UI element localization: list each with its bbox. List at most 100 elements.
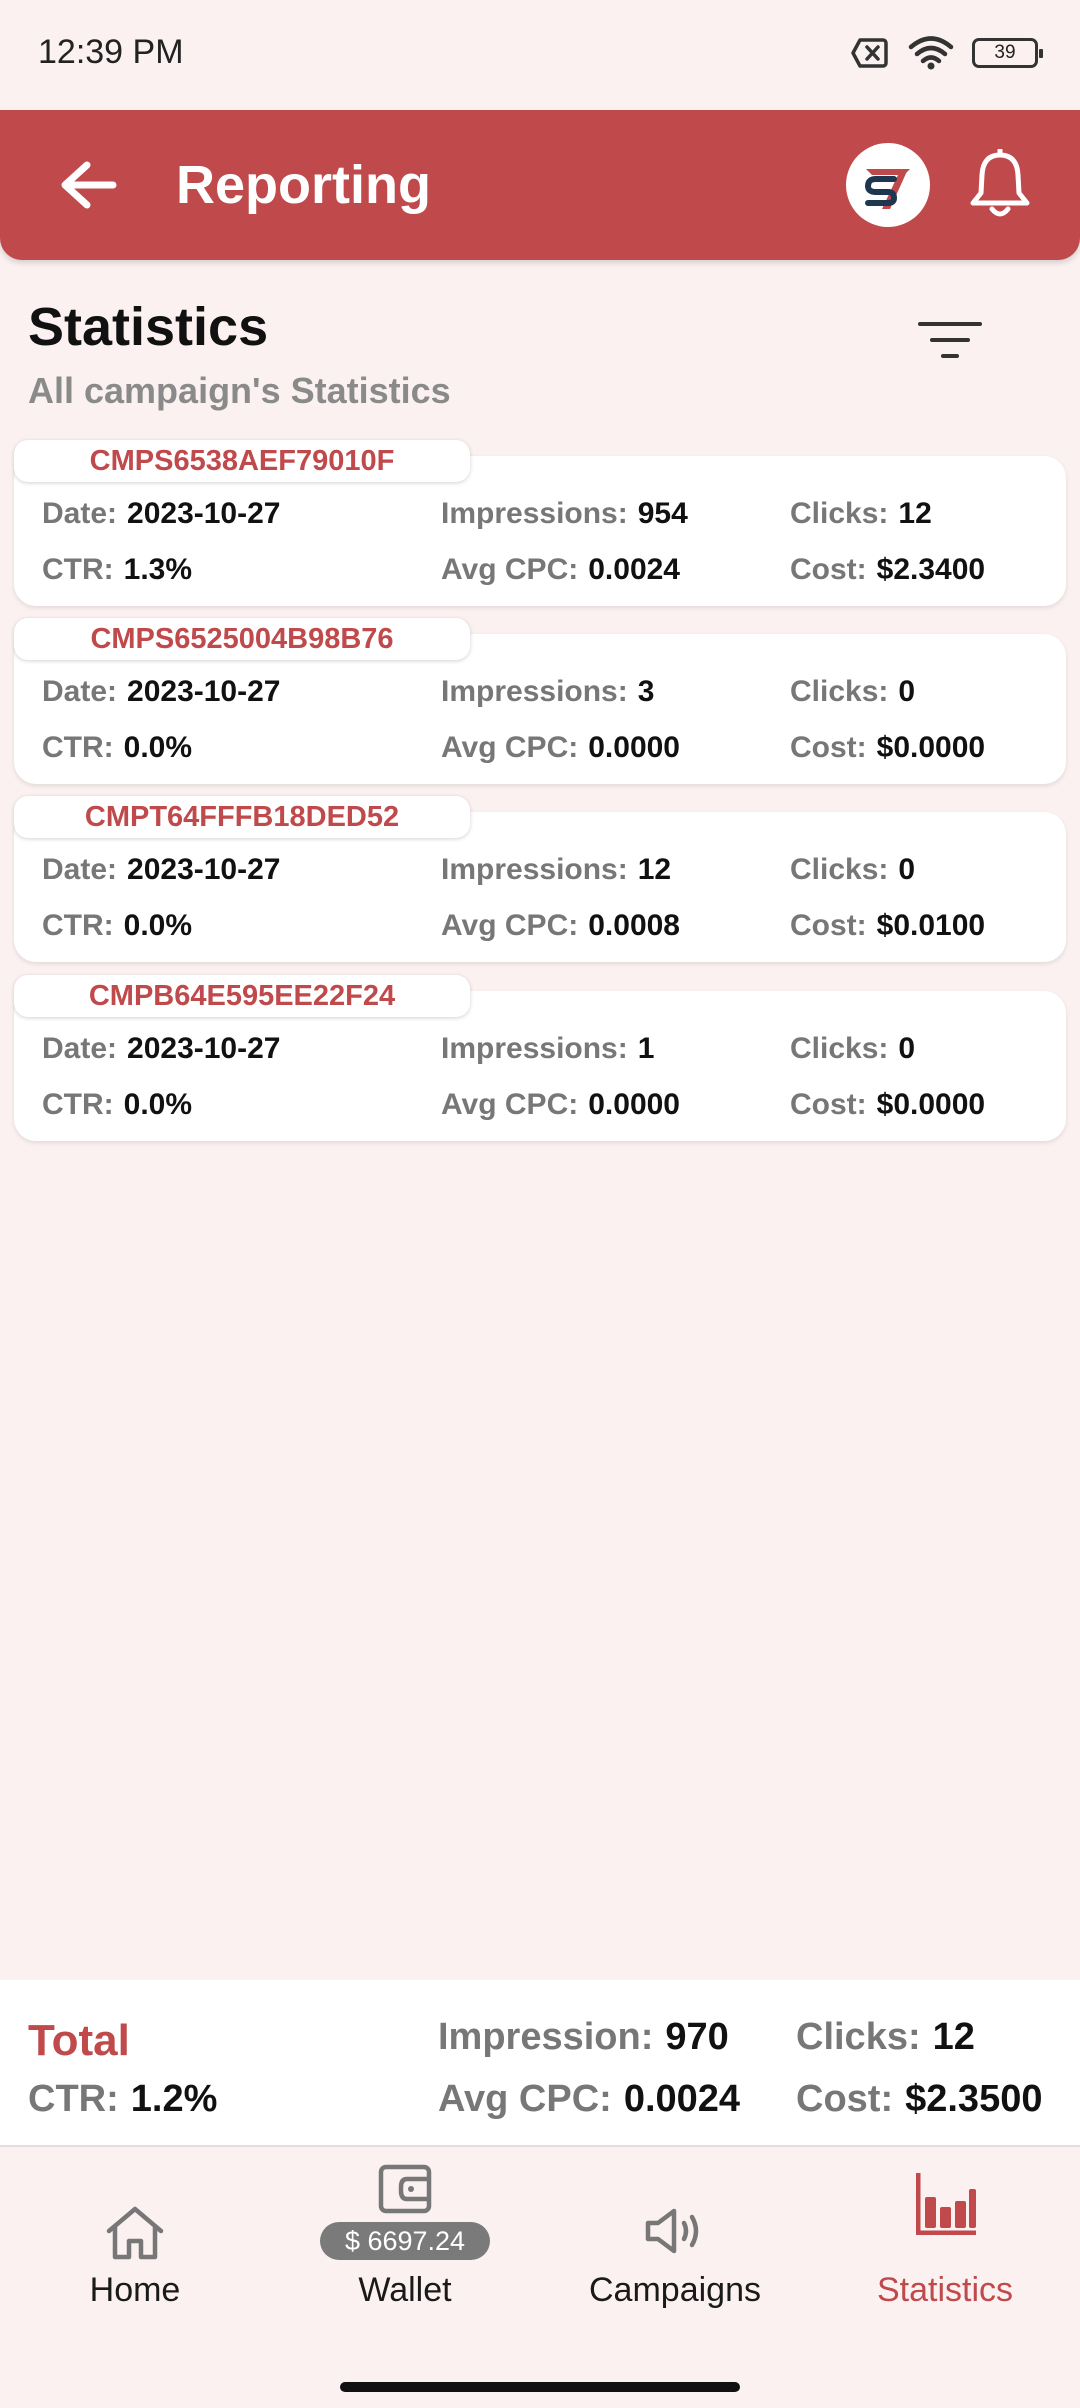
date-value: 2023-10-27 [127,1032,281,1065]
nav-statistics-icon-wrap [810,2171,1080,2241]
campaign-id: CMPB64E595EE22F24 [14,975,470,1017]
clicks-value: 0 [898,675,916,708]
date-value: 2023-10-27 [127,675,281,708]
cost-cell: Cost: $0.0000 [790,1085,985,1125]
cost-value: $2.3400 [876,553,986,586]
avg-cpc-cell: Avg CPC: 0.0024 [441,550,790,590]
total-clicks: Clicks: 12 [796,2016,975,2059]
date-cell: Date: 2023-10-27 [42,672,441,712]
total-ctr-value: 1.2% [130,2078,218,2120]
avg-cpc-cell: Avg CPC: 0.0000 [441,1085,790,1125]
ctr-cell: CTR: 0.0% [42,906,441,946]
cost-value: $0.0100 [876,909,986,942]
section-subtitle: All campaign's Statistics [28,370,451,411]
total-ctr-label: CTR: [28,2078,119,2120]
total-clicks-value: 12 [932,2016,975,2058]
card-row: Date: 2023-10-27 Impressions: 12 Clicks: 0 [42,850,1046,890]
home-indicator[interactable] [340,2382,740,2392]
nav-wallet-icon-wrap [270,2161,540,2231]
date-value: 2023-10-27 [127,497,281,530]
nav-statistics[interactable]: Statistics [810,2147,1080,2317]
avg-cpc-value: 0.0024 [588,553,680,586]
notifications-button[interactable] [960,145,1040,225]
ctr-label: CTR: [42,909,114,942]
impressions-cell: Impressions: 3 [441,672,790,712]
total-impression-value: 970 [665,2016,729,2058]
page-title: Reporting [176,155,431,215]
date-label: Date: [42,675,118,708]
battery-level: 39 [994,41,1016,63]
impressions-label: Impressions: [441,1032,628,1065]
nav-campaigns[interactable]: Campaigns [540,2147,810,2317]
date-cell: Date: 2023-10-27 [42,494,441,534]
avg-cpc-cell: Avg CPC: 0.0000 [441,728,790,768]
total-avg-cpc-value: 0.0024 [623,2078,741,2120]
bar-chart-icon [916,2173,976,2235]
clicks-label: Clicks: [790,497,889,530]
card-row: Date: 2023-10-27 Impressions: 3 Clicks: 0 [42,672,1046,712]
ctr-label: CTR: [42,1088,114,1121]
filter-icon [918,322,982,358]
card-row: CTR: 0.0% Avg CPC: 0.0000 Cost: $0.0000 [42,1085,1046,1125]
app-bar: Reporting [0,110,1080,260]
campaign-id: CMPS6525004B98B76 [14,618,470,660]
back-button[interactable] [58,155,118,215]
card-row: CTR: 0.0% Avg CPC: 0.0000 Cost: $0.0000 [42,728,1046,768]
nav-home-icon-wrap [0,2203,270,2273]
impressions-label: Impressions: [441,675,628,708]
home-icon [106,2206,164,2260]
clicks-value: 12 [898,497,932,530]
cost-label: Cost: [790,731,867,764]
statistics-header: Statistics All campaign's Statistics [28,296,451,412]
s7-logo-icon [864,169,910,209]
date-value: 2023-10-27 [127,853,281,886]
impressions-value: 954 [637,497,688,530]
cost-cell: Cost: $2.3400 [790,550,985,590]
battery-icon: 39 [972,37,1043,68]
cost-label: Cost: [790,909,867,942]
nav-home-label: Home [89,2271,181,2309]
clicks-label: Clicks: [790,1032,889,1065]
wallet-balance-badge: $ 6697.24 [320,2222,490,2260]
cost-value: $0.0000 [876,731,986,764]
impressions-cell: Impressions: 12 [441,850,790,890]
total-ctr: CTR: 1.2% [28,2078,217,2121]
clicks-cell: Clicks: 0 [790,672,915,712]
total-summary: Total CTR: 1.2% Impression: 970 Avg CPC: 0.… [0,1980,1080,2145]
bottom-navigation: Home Wallet Campaigns Statistics [0,2145,1080,2408]
card-row: CTR: 0.0% Avg CPC: 0.0008 Cost: $0.0100 [42,906,1046,946]
ctr-value: 0.0% [123,731,193,764]
total-cost: Cost: $2.3500 [796,2078,1042,2121]
cost-label: Cost: [790,553,867,586]
clicks-label: Clicks: [790,853,889,886]
section-title: Statistics [28,297,269,357]
total-cost-label: Cost: [796,2078,894,2120]
brand-logo[interactable] [846,143,930,227]
card-row: CTR: 1.3% Avg CPC: 0.0024 Cost: $2.3400 [42,550,1046,590]
cost-label: Cost: [790,1088,867,1121]
cost-value: $0.0000 [876,1088,986,1121]
date-cell: Date: 2023-10-27 [42,850,441,890]
ctr-cell: CTR: 1.3% [42,550,441,590]
clicks-cell: Clicks: 0 [790,1029,915,1069]
megaphone-icon [645,2208,699,2254]
filter-button[interactable] [910,310,990,370]
avg-cpc-value: 0.0008 [588,909,680,942]
nav-home[interactable]: Home [0,2147,270,2317]
date-cell: Date: 2023-10-27 [42,1029,441,1069]
clicks-cell: Clicks: 12 [790,494,932,534]
total-clicks-label: Clicks: [796,2016,921,2058]
arrow-left-icon [61,161,117,209]
ctr-label: CTR: [42,731,114,764]
ctr-value: 0.0% [123,1088,193,1121]
clicks-label: Clicks: [790,675,889,708]
ctr-value: 1.3% [123,553,193,586]
avg-cpc-value: 0.0000 [588,731,680,764]
clicks-value: 0 [898,853,916,886]
card-row: Date: 2023-10-27 Impressions: 1 Clicks: 0 [42,1029,1046,1069]
wifi-icon [908,35,954,69]
card-row: Date: 2023-10-27 Impressions: 954 Clicks: 1… [42,494,1046,534]
total-impression-label: Impression: [438,2016,654,2058]
ctr-label: CTR: [42,553,114,586]
date-label: Date: [42,1032,118,1065]
